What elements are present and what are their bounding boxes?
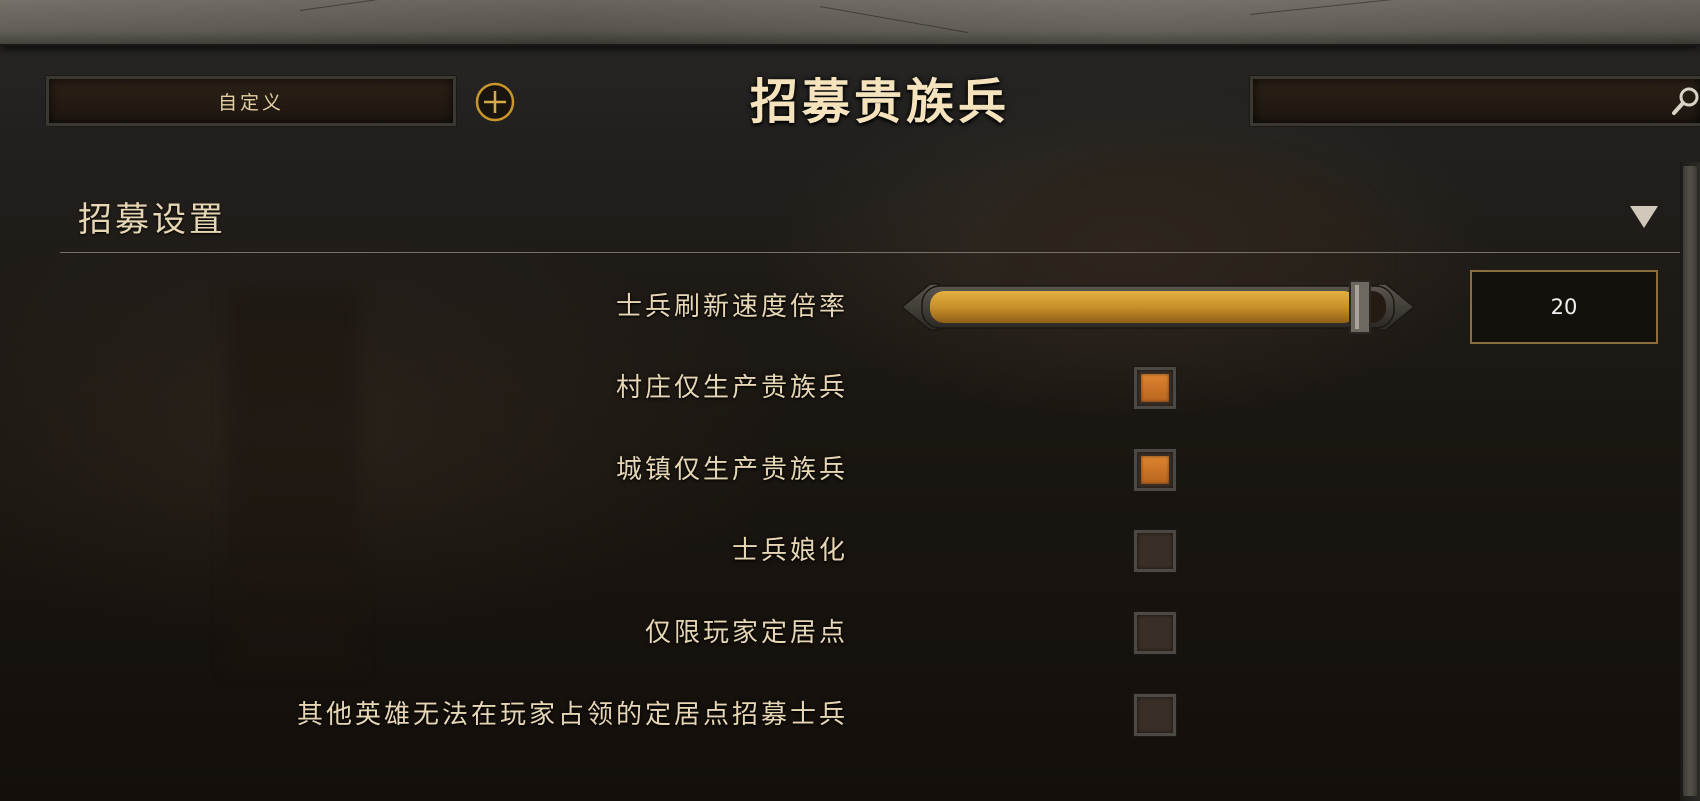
refresh-rate-value: 20 — [1550, 295, 1578, 319]
feminize-soldiers-checkbox[interactable] — [1133, 529, 1177, 573]
slider-track-graphic — [900, 280, 1416, 334]
village-nobles-checkbox[interactable] — [1133, 366, 1177, 410]
search-field[interactable] — [1249, 75, 1700, 127]
section-title: 招募设置 — [78, 200, 226, 240]
preset-label: 自定义 — [217, 91, 284, 114]
top-stone-border — [0, 0, 1700, 46]
setting-label-town-nobles: 城镇仅生产贵族兵 — [615, 455, 848, 485]
other-heroes-restriction-checkbox[interactable] — [1133, 693, 1177, 737]
setting-label-other-heroes-restriction: 其他英雄无法在玩家占领的定居点招募士兵 — [296, 700, 848, 730]
slider-fill — [930, 291, 1358, 323]
setting-label-player-settlements-only: 仅限玩家定居点 — [644, 618, 848, 648]
preset-selector[interactable]: 自定义 — [45, 75, 457, 127]
refresh-rate-value-field[interactable]: 20 — [1470, 270, 1658, 344]
section-header-recruit-settings[interactable]: 招募设置 — [60, 184, 1680, 253]
search-icon — [1672, 87, 1699, 115]
collapse-toggle[interactable] — [1628, 204, 1660, 230]
setting-label-feminize-soldiers: 士兵娘化 — [731, 536, 848, 566]
add-preset-button[interactable] — [474, 81, 516, 123]
scrollbar-thumb[interactable] — [1683, 166, 1697, 796]
checkbox-check-fill — [1141, 374, 1169, 402]
checkbox-check-fill — [1141, 456, 1169, 484]
refresh-rate-slider[interactable] — [900, 278, 1416, 336]
town-nobles-checkbox[interactable] — [1133, 448, 1177, 492]
setting-label-village-nobles: 村庄仅生产贵族兵 — [615, 373, 848, 403]
setting-label-refresh-rate: 士兵刷新速度倍率 — [615, 292, 848, 322]
plus-circle-icon — [475, 82, 515, 122]
search-input[interactable] — [1263, 87, 1647, 119]
player-settlements-only-checkbox[interactable] — [1133, 611, 1177, 655]
scrollbar[interactable] — [1680, 162, 1700, 801]
page-title: 招募贵族兵 — [749, 74, 1010, 130]
slider-handle — [1349, 280, 1371, 334]
triangle-down-icon — [1630, 206, 1658, 228]
search-button[interactable] — [1672, 85, 1700, 117]
